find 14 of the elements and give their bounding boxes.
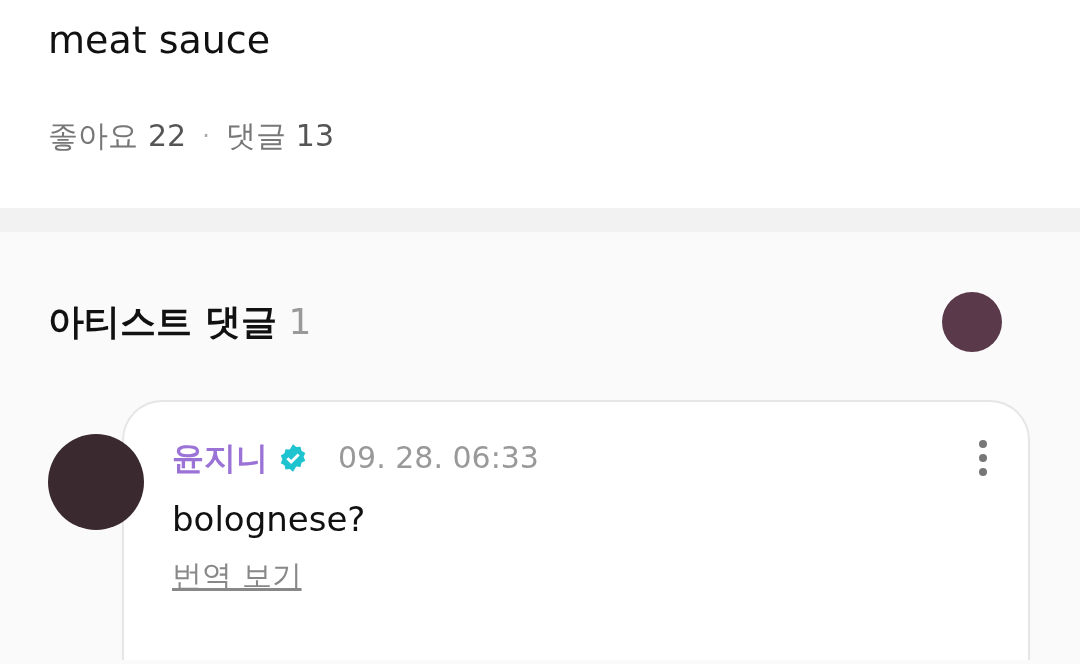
section-title: 아티스트 댓글: [48, 300, 277, 344]
comment-time: 09. 28. 06:33: [338, 439, 539, 477]
section-count: 1: [288, 300, 312, 344]
comment-text: bolognese?: [172, 498, 367, 541]
likes-count: 22: [148, 117, 187, 155]
likes-label: 좋아요: [48, 117, 138, 155]
comments-count: 13: [295, 117, 334, 155]
avatar[interactable]: [942, 292, 1002, 352]
separator-dot: ·: [201, 121, 211, 152]
author-name[interactable]: 윤지니: [172, 436, 268, 480]
more-options-icon[interactable]: [978, 439, 988, 477]
comments-label: 댓글: [225, 117, 286, 155]
translate-link[interactable]: 번역 보기: [172, 558, 302, 593]
post-text: meat sauce: [48, 17, 272, 64]
